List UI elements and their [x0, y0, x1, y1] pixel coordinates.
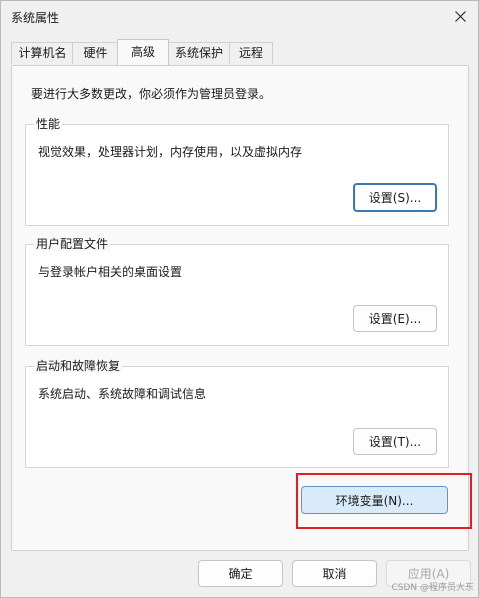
tab-computer-name[interactable]: 计算机名	[11, 42, 74, 64]
performance-title: 性能	[34, 117, 63, 131]
title-bar: 系统属性	[1, 1, 478, 31]
cancel-button[interactable]: 取消	[292, 560, 377, 587]
user-profiles-group: 用户配置文件 与登录帐户相关的桌面设置 设置(E)...	[25, 237, 449, 346]
tab-remote[interactable]: 远程	[229, 42, 273, 64]
startup-recovery-group: 启动和故障恢复 系统启动、系统故障和调试信息 设置(T)...	[25, 359, 449, 468]
tab-advanced[interactable]: 高级	[117, 39, 169, 65]
startup-recovery-description: 系统启动、系统故障和调试信息	[38, 387, 207, 401]
performance-description: 视觉效果，处理器计划，内存使用，以及虚拟内存	[38, 145, 303, 159]
close-button[interactable]	[442, 1, 478, 31]
startup-recovery-settings-button[interactable]: 设置(T)...	[353, 428, 437, 455]
user-profiles-title: 用户配置文件	[34, 237, 111, 251]
ok-button[interactable]: 确定	[198, 560, 283, 587]
tab-hardware[interactable]: 硬件	[72, 42, 119, 64]
user-profiles-settings-button[interactable]: 设置(E)...	[353, 305, 437, 332]
window-title: 系统属性	[11, 11, 60, 25]
system-properties-dialog: 系统属性 计算机名 硬件 高级 系统保护 远程 要进行大多数更改，你必须作为管理…	[0, 0, 479, 598]
performance-group: 性能 视觉效果，处理器计划，内存使用，以及虚拟内存 设置(S)...	[25, 117, 449, 226]
advanced-tab-panel: 要进行大多数更改，你必须作为管理员登录。 性能 视觉效果，处理器计划，内存使用，…	[11, 65, 469, 551]
environment-variables-button[interactable]: 环境变量(N)...	[301, 486, 448, 514]
close-icon	[454, 10, 466, 22]
performance-settings-button[interactable]: 设置(S)...	[353, 183, 437, 212]
admin-notice: 要进行大多数更改，你必须作为管理员登录。	[31, 87, 272, 101]
watermark: CSDN @程序员大东	[391, 583, 474, 593]
startup-recovery-title: 启动和故障恢复	[34, 359, 123, 373]
user-profiles-description: 与登录帐户相关的桌面设置	[38, 265, 183, 279]
tab-system-protection[interactable]: 系统保护	[167, 42, 231, 64]
